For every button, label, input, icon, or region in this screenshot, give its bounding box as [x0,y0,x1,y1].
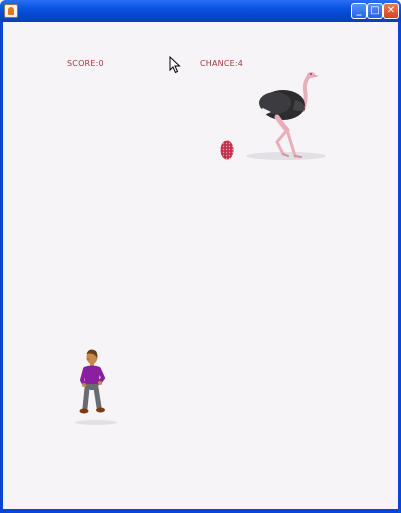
ostrich-sprite [259,72,319,158]
score-label: SCORE:0 [67,59,104,68]
minimize-icon: _ [356,5,362,16]
close-icon: ✕ [386,5,396,16]
player-character-sprite [79,349,106,414]
maximize-icon: □ [370,5,380,16]
game-window: _ □ ✕ SCORE:0 CHANCE:4 [0,0,401,513]
java-app-icon [4,4,18,18]
chance-label: CHANCE:4 [200,59,244,68]
maximize-button[interactable]: □ [367,3,383,19]
close-button[interactable]: ✕ [383,3,399,19]
minimize-button[interactable]: _ [351,3,367,19]
mouse-pointer-icon [169,56,181,74]
game-canvas[interactable]: SCORE:0 CHANCE:4 [3,22,398,509]
title-bar[interactable]: _ □ ✕ [0,0,401,22]
egg-sprite [220,140,234,160]
